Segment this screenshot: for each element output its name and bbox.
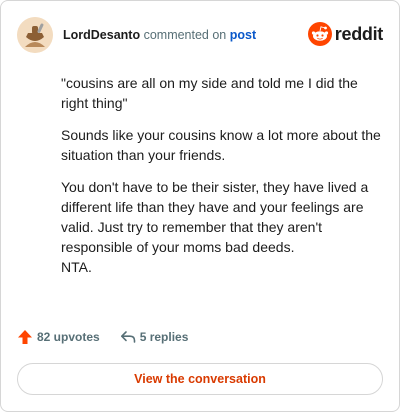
reddit-logo[interactable]: reddit <box>307 22 384 46</box>
upvote-arrow-icon <box>18 330 32 344</box>
upvote-button[interactable]: 82 upvotes <box>17 329 100 345</box>
comment-meta: LordDesanto commented on post <box>63 28 256 42</box>
comment-paragraph-cousins: Sounds like your cousins know a lot more… <box>61 127 381 163</box>
avatar-icon <box>17 17 53 53</box>
user-avatar[interactable] <box>17 17 53 53</box>
reddit-wordmark: reddit <box>334 23 384 44</box>
comment-card: LordDesanto commented on post reddit "co… <box>0 0 400 412</box>
comment-actions: 82 upvotes 5 replies <box>17 329 188 345</box>
comment-header: LordDesanto commented on post reddit <box>17 17 383 53</box>
comment-paragraph-advice: You don't have to be their sister, they … <box>61 179 369 255</box>
comment-body: "cousins are all on my side and told me … <box>61 73 381 289</box>
replies-count: 5 replies <box>139 330 189 344</box>
comment-verb: commented on <box>143 28 227 42</box>
username[interactable]: LordDesanto <box>63 28 140 42</box>
reddit-snoo-icon <box>307 22 332 46</box>
post-link[interactable]: post <box>230 28 256 42</box>
upvote-count: 82 upvotes <box>37 330 100 344</box>
view-conversation-button[interactable]: View the conversation <box>17 363 383 395</box>
reply-arrow-icon <box>120 331 136 343</box>
comment-paragraph-quote: "cousins are all on my side and told me … <box>61 75 358 111</box>
comment-paragraph-verdict: NTA. <box>61 259 92 275</box>
replies-button[interactable]: 5 replies <box>120 329 189 345</box>
